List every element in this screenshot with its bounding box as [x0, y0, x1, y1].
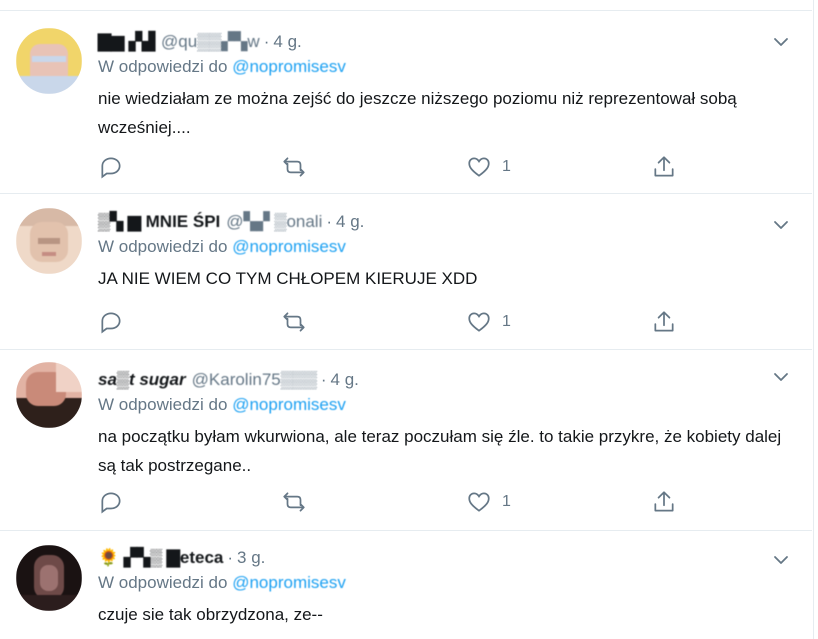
reply-icon: [101, 492, 121, 514]
retweet-button[interactable]: [281, 154, 317, 180]
timestamp[interactable]: 4 g.: [336, 212, 364, 232]
display-name[interactable]: sa▒t sugar: [98, 370, 186, 390]
display-name[interactable]: 🌻 ▞▚▒ ▇eteca: [98, 548, 223, 568]
share-button[interactable]: [651, 309, 677, 335]
reply-context: W odpowiedzi do @nopromisesv: [98, 572, 792, 594]
retweet-icon: [283, 157, 305, 177]
reply-prefix: W odpowiedzi do: [98, 395, 228, 414]
heart-icon: [468, 157, 490, 177]
like-count: 1: [502, 493, 511, 510]
share-icon: [654, 156, 674, 177]
chevron-down-icon[interactable]: [772, 33, 790, 51]
tweet[interactable]: sa▒t sugar @Karolin75▒▒▒ · 4 g. W odpowi…: [0, 350, 812, 531]
tweet-header: ▒▚ ▆ MNIE ŚPI @▚▞ ▒onali · 4 g.: [98, 210, 792, 234]
user-handle[interactable]: @▚▞ ▒onali: [226, 212, 322, 232]
reply-button[interactable]: [98, 154, 134, 180]
tweet-text: JA NIE WIEM CO TYM CHŁOPEM KIERUJE XDD: [98, 269, 478, 288]
tweet-text: nie wiedziałam ze można zejść do jeszcze…: [98, 89, 737, 137]
reply-mention-link[interactable]: @nopromisesv: [232, 573, 346, 592]
tweet[interactable]: ▒▚ ▆ MNIE ŚPI @▚▞ ▒onali · 4 g. W odpowi…: [0, 194, 812, 350]
tweet-header: sa▒t sugar @Karolin75▒▒▒ · 4 g.: [98, 368, 792, 392]
retweet-button[interactable]: [281, 309, 317, 335]
user-handle[interactable]: @Karolin75▒▒▒: [192, 370, 317, 390]
reply-icon: [101, 157, 121, 179]
avatar[interactable]: [16, 362, 82, 428]
chevron-down-icon[interactable]: [772, 551, 790, 569]
retweet-button[interactable]: [281, 489, 317, 515]
reply-prefix: W odpowiedzi do: [98, 573, 228, 592]
separator-dot: ·: [263, 32, 270, 51]
share-button[interactable]: [651, 489, 677, 515]
reply-context: W odpowiedzi do @nopromisesv: [98, 236, 792, 258]
reply-context: W odpowiedzi do @nopromisesv: [98, 56, 792, 78]
chevron-down-icon[interactable]: [772, 368, 790, 386]
heart-icon: [468, 312, 490, 332]
avatar[interactable]: [16, 208, 82, 274]
reply-prefix: W odpowiedzi do: [98, 237, 228, 256]
tweet-actions: 1: [98, 154, 698, 182]
like-count: 1: [502, 158, 511, 175]
chevron-down-icon[interactable]: [772, 216, 790, 234]
reply-mention-link[interactable]: @nopromisesv: [232, 57, 346, 76]
tweet-header: 🌻 ▞▚▒ ▇eteca · 3 g.: [98, 546, 792, 570]
timestamp[interactable]: 4 g.: [331, 370, 359, 390]
avatar[interactable]: [16, 545, 82, 611]
tweet-text: czuje sie tak obrzydzona, ze--: [98, 605, 323, 624]
timestamp[interactable]: 3 g.: [237, 548, 265, 568]
heart-icon: [468, 492, 490, 512]
like-button[interactable]: 1: [466, 309, 511, 335]
display-name[interactable]: ▇▆ ▞▟: [98, 32, 155, 52]
tweet[interactable]: 🌻 ▞▚▒ ▇eteca · 3 g. W odpowiedzi do @nop…: [0, 531, 812, 639]
retweet-icon: [283, 312, 305, 332]
like-button[interactable]: 1: [466, 154, 511, 180]
separator-dot: ·: [320, 370, 327, 389]
reply-button[interactable]: [98, 489, 134, 515]
tweet-header: ▇▆ ▞▟ @qu▒▒▞▚w · 4 g.: [98, 30, 792, 54]
user-handle[interactable]: @qu▒▒▞▚w: [161, 32, 260, 52]
reply-icon: [101, 312, 121, 334]
reply-context: W odpowiedzi do @nopromisesv: [98, 394, 792, 416]
share-icon: [654, 491, 674, 512]
tweet-text: na początku byłam wkurwiona, ale teraz p…: [98, 427, 782, 475]
separator-dot: ·: [326, 212, 333, 231]
tweet[interactable]: ▇▆ ▞▟ @qu▒▒▞▚w · 4 g. W odpowiedzi do @n…: [0, 11, 812, 194]
reply-prefix: W odpowiedzi do: [98, 57, 228, 76]
timeline-right-border: [813, 0, 814, 639]
retweet-icon: [283, 492, 305, 512]
share-button[interactable]: [651, 154, 677, 180]
timestamp[interactable]: 4 g.: [273, 32, 301, 52]
like-button[interactable]: 1: [466, 489, 511, 515]
avatar[interactable]: [16, 28, 82, 94]
reply-mention-link[interactable]: @nopromisesv: [232, 237, 346, 256]
tweet-actions: 1: [98, 309, 698, 337]
share-icon: [654, 311, 674, 332]
like-count: 1: [502, 313, 511, 330]
reply-button[interactable]: [98, 309, 134, 335]
separator-dot: ·: [227, 548, 234, 567]
reply-mention-link[interactable]: @nopromisesv: [232, 395, 346, 414]
display-name[interactable]: ▒▚ ▆ MNIE ŚPI: [98, 212, 220, 232]
tweet-actions: 1: [98, 489, 698, 517]
